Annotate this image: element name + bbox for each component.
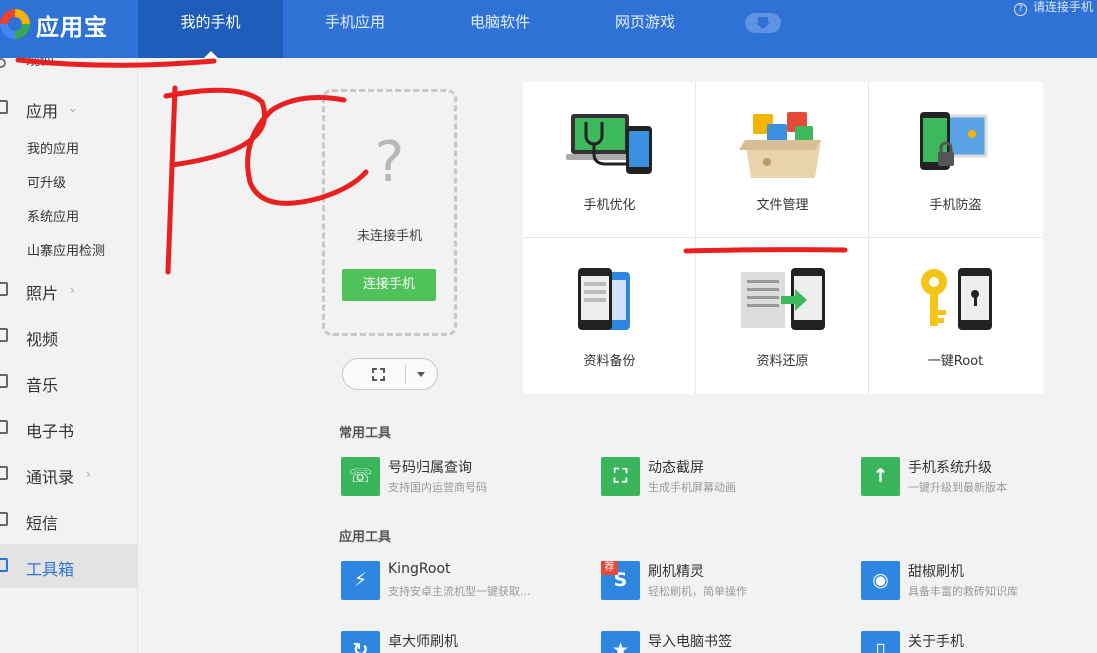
sidebar-item-videos[interactable]: 视频: [0, 316, 138, 356]
tab-label: 网页游戏: [614, 13, 675, 31]
top-bar: 应用宝 我的手机 手机应用 电脑软件 网页游戏 ? 请连接手机: [0, 0, 1097, 58]
sidebar-item-apps[interactable]: 应用 ⌄: [0, 88, 138, 128]
message-icon: [0, 512, 8, 526]
tool-flash-wizard[interactable]: S 荐 刷机精灵 轻松刷机，简单操作: [601, 561, 841, 605]
restore-arrow-icon: [741, 268, 825, 330]
sidebar: 观仙 应用 ⌄ 我的应用 可升级 系统应用 山寨应用检测 照片 › 视频 音乐 …: [0, 58, 138, 653]
sidebar-item-sms[interactable]: 短信: [0, 500, 138, 540]
tab-label: 电脑软件: [469, 13, 530, 31]
shield-s-icon: S 荐: [601, 561, 640, 600]
tab-label: 我的手机: [180, 13, 241, 31]
question-mark-icon: ?: [374, 130, 405, 195]
sidebar-item-photos[interactable]: 照片 ›: [0, 270, 138, 310]
section-title-common-tools: 常用工具: [339, 426, 392, 441]
phone-lock-icon: [920, 112, 988, 170]
photo-icon: [0, 282, 8, 296]
chevron-right-icon: ›: [86, 467, 91, 481]
phone-search-icon: ☏: [341, 457, 380, 496]
lightning-icon: ⚡: [341, 561, 380, 600]
recommend-badge: 荐: [601, 561, 618, 575]
file-box-icon: [739, 112, 821, 178]
letter-p-bowl: [163, 87, 267, 168]
key-phone-icon: [921, 268, 992, 330]
sidebar-item-music[interactable]: 音乐: [0, 362, 138, 402]
letter-p-stem: [165, 85, 178, 275]
pepper-icon: ◉: [861, 561, 900, 600]
feature-file-manager[interactable]: 文件管理: [696, 82, 869, 238]
sidebar-item-ebooks[interactable]: 电子书: [0, 408, 138, 448]
book-icon: [0, 420, 8, 434]
refresh-icon: ↻: [341, 631, 380, 653]
connect-hint[interactable]: ? 请连接手机: [1014, 0, 1093, 16]
phone-placeholder: ? 未连接手机 连接手机: [322, 89, 457, 336]
tab-web-games[interactable]: 网页游戏: [590, 0, 700, 58]
sidebar-subitem-system-apps[interactable]: 系统应用: [27, 206, 79, 225]
tool-kingroot[interactable]: ⚡ KingRoot 支持安卓主流机型一键获取...: [341, 561, 581, 605]
sidebar-item-toolbox[interactable]: 工具箱: [0, 544, 138, 588]
tool-zhuodashi-flash[interactable]: ↻ 卓大师刷机: [341, 631, 581, 653]
phone-upgrade-icon: ↑: [861, 457, 900, 496]
tool-tianjiao-flash[interactable]: ◉ 甜椒刷机 具备丰富的救砖知识库: [861, 561, 1097, 605]
screenshot-icon: [372, 368, 385, 381]
tool-system-upgrade[interactable]: ↑ 手机系统升级 一键升级到最新版本: [861, 457, 1097, 501]
divider: [405, 365, 406, 384]
phones-backup-icon: [578, 268, 630, 330]
tool-number-lookup[interactable]: ☏ 号码归属查询 支持国内运营商号码: [341, 457, 581, 501]
section-title-app-tools: 应用工具: [339, 530, 392, 545]
bookmark-icon: ★: [601, 631, 640, 653]
contacts-icon: [0, 466, 8, 480]
tool-dynamic-screenshot[interactable]: ⛶ 动态截屏 生成手机屏幕动画: [601, 457, 841, 501]
feature-data-backup[interactable]: 资料备份: [523, 238, 696, 394]
feature-phone-optimize[interactable]: 手机优化: [523, 82, 696, 238]
tool-about-phone[interactable]: ▯ 关于手机: [861, 631, 1097, 653]
sidebar-subitem-my-apps[interactable]: 我的应用: [27, 138, 79, 157]
grid-icon: [0, 100, 8, 114]
feature-grid: 手机优化 文件管理 手机防盗 资料备份 资料还原 一键Root: [523, 82, 1043, 394]
feature-anti-theft[interactable]: 手机防盗: [869, 82, 1042, 238]
phone-info-icon: ▯: [861, 631, 900, 653]
video-icon: [0, 328, 8, 342]
feature-data-restore[interactable]: 资料还原: [696, 238, 869, 394]
connect-phone-button[interactable]: 连接手机: [342, 269, 436, 301]
sidebar-item-partial[interactable]: 观仙: [0, 58, 138, 72]
toolbox-icon: [0, 558, 8, 572]
help-icon: ?: [1014, 3, 1027, 16]
screen-capture-icon: ⛶: [601, 457, 640, 496]
tool-import-bookmarks[interactable]: ★ 导入电脑书签: [601, 631, 841, 653]
chevron-down-icon[interactable]: [417, 372, 425, 377]
tab-label: 手机应用: [324, 13, 385, 31]
app-logo[interactable]: 应用宝: [0, 0, 138, 58]
chevron-down-icon: ⌄: [68, 101, 79, 115]
sidebar-subitem-upgradable[interactable]: 可升级: [27, 172, 66, 191]
app-title: 应用宝: [36, 15, 108, 41]
screenshot-button[interactable]: [342, 358, 438, 390]
tab-pc-software[interactable]: 电脑软件: [445, 0, 555, 58]
music-icon: [0, 374, 8, 388]
chevron-right-icon: ›: [70, 283, 75, 297]
app-logo-icon: [0, 9, 30, 39]
laptop-stethoscope-icon: [566, 114, 652, 174]
partial-item-icon: [0, 58, 6, 68]
tab-phone-apps[interactable]: 手机应用: [300, 0, 410, 58]
tab-my-phone[interactable]: 我的手机: [138, 0, 283, 58]
sidebar-subitem-fake-app-check[interactable]: 山寨应用检测: [27, 240, 105, 259]
phone-status: 未连接手机: [356, 229, 422, 244]
active-tab-caret-icon: [203, 51, 218, 58]
feature-one-click-root[interactable]: 一键Root: [869, 238, 1042, 394]
download-icon[interactable]: [745, 13, 781, 33]
sidebar-item-contacts[interactable]: 通讯录 ›: [0, 454, 138, 494]
